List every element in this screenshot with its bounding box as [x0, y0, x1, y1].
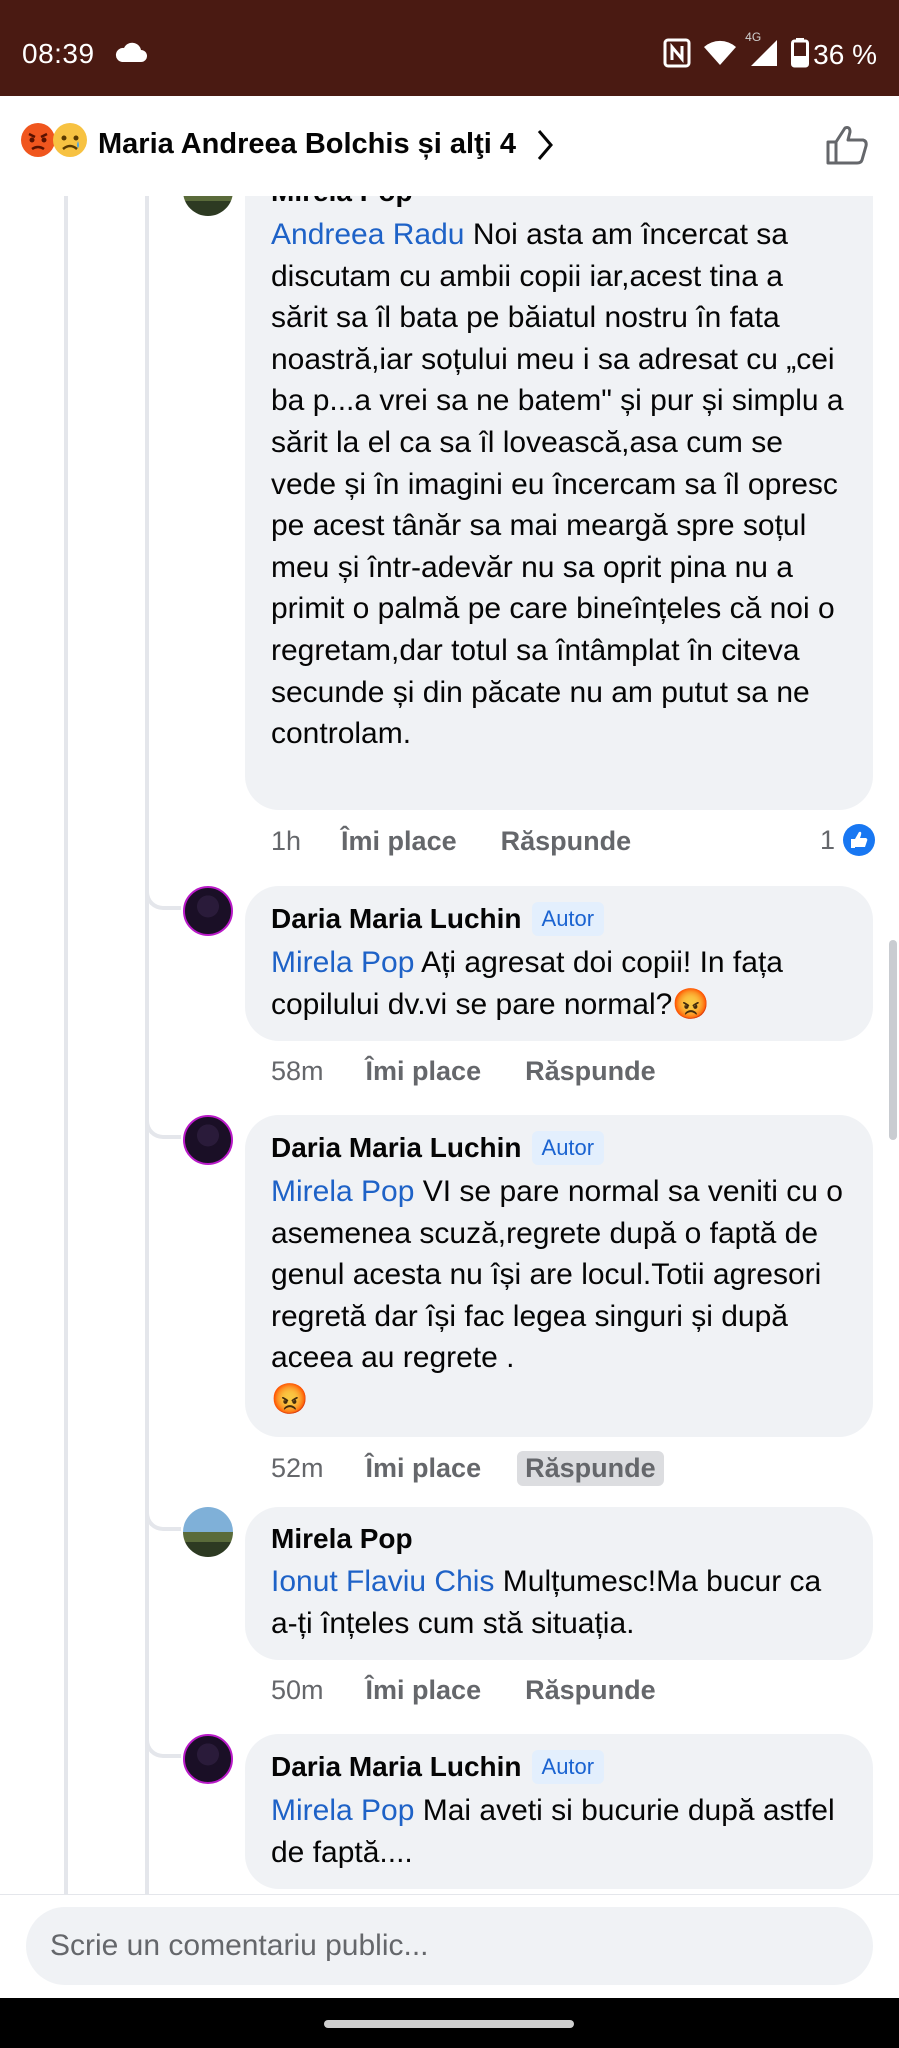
- status-bar: 08:39 4G 36 %: [0, 0, 899, 96]
- comment-actions: 50m Îmi place Răspunde: [271, 1675, 656, 1706]
- system-nav-bar: [0, 1998, 899, 2048]
- reply-action[interactable]: Răspunde: [525, 1056, 656, 1087]
- comment-time: 58m: [271, 1056, 324, 1086]
- comment-actions: 52m Îmi place Răspunde: [271, 1451, 664, 1486]
- reaction-number: 1: [819, 824, 835, 855]
- comment-author[interactable]: Daria Maria Luchin: [271, 1751, 522, 1783]
- reply-connector: [145, 1728, 181, 1758]
- like-icon[interactable]: [825, 124, 869, 171]
- comment-bubble: Daria Maria Luchin Autor Mirela Pop VI s…: [245, 1115, 873, 1437]
- comment-actions: 1h Îmi place Răspunde: [271, 826, 631, 857]
- mention-link[interactable]: Mirela Pop: [271, 1794, 414, 1827]
- like-action[interactable]: Îmi place: [366, 1675, 482, 1706]
- comment-author[interactable]: Daria Maria Luchin: [271, 1132, 522, 1164]
- author-badge: Autor: [531, 1750, 605, 1784]
- reply-connector: [145, 880, 181, 910]
- comment-text: Andreea Radu Noi asta am încercat sa dis…: [271, 214, 847, 755]
- comment-input[interactable]: Scrie un comentariu public...: [26, 1907, 873, 1985]
- comment-author[interactable]: Mirela Pop: [271, 1523, 413, 1555]
- comment-text: Ionut Flaviu Chis Mulțumesc!Ma bucur ca …: [271, 1561, 847, 1644]
- comment-text: Mirela Pop Ați agresat doi copii! In faț…: [271, 942, 847, 1025]
- avatar[interactable]: [183, 886, 233, 936]
- comment-text: Mirela Pop Mai aveti si bucurie după ast…: [271, 1790, 847, 1873]
- angry-emoji-icon: [20, 122, 56, 163]
- thread-line: [64, 196, 68, 1894]
- cloud-icon: [114, 42, 148, 69]
- battery-percent: 36 %: [813, 39, 877, 70]
- angry-emoji-icon: 😡: [271, 1382, 309, 1416]
- comment-actions: 58m Îmi place Răspunde: [271, 1056, 656, 1087]
- scrollbar[interactable]: [889, 940, 897, 1140]
- mention-link[interactable]: Ionut Flaviu Chis: [271, 1565, 494, 1598]
- signal-icon: 4G: [745, 30, 779, 73]
- status-time: 08:39: [22, 38, 95, 69]
- comment-text: Mirela Pop VI se pare normal sa veniti c…: [271, 1171, 847, 1421]
- reply-action[interactable]: Răspunde: [525, 1675, 656, 1706]
- avatar[interactable]: [183, 196, 233, 216]
- reaction-icons[interactable]: [20, 122, 87, 163]
- comment-bubble: Daria Maria Luchin Autor Mirela Pop Ați …: [245, 886, 873, 1042]
- author-badge: Autor: [531, 902, 605, 936]
- reply-thread-line: [145, 196, 149, 1894]
- reply-action[interactable]: Răspunde: [517, 1451, 664, 1486]
- network-type: 4G: [745, 29, 762, 44]
- angry-emoji-icon: 😡: [672, 987, 710, 1021]
- reply-action[interactable]: Răspunde: [501, 826, 632, 857]
- comment-composer-area: Scrie un comentariu public...: [0, 1894, 899, 1999]
- comment-author[interactable]: Mirela Pop: [271, 196, 413, 208]
- reactors-summary[interactable]: Maria Andreea Bolchis și alţi 4: [98, 128, 516, 161]
- comment-time: 1h: [271, 826, 302, 856]
- battery-icon: [791, 37, 810, 73]
- reply-connector: [145, 1501, 181, 1531]
- reply-connector: [145, 1109, 181, 1139]
- status-icons: 4G 36 %: [651, 30, 877, 73]
- comment-body: Noi asta am încercat sa discutam cu ambi…: [271, 218, 844, 751]
- comments-feed[interactable]: Mirela Pop Andreea Radu Noi asta am înce…: [0, 196, 899, 1894]
- avatar[interactable]: [183, 1507, 233, 1557]
- nfc-icon: [663, 38, 691, 73]
- author-badge: Autor: [531, 1131, 605, 1165]
- like-action[interactable]: Îmi place: [366, 1453, 482, 1484]
- comment-time: 50m: [271, 1675, 324, 1705]
- mention-link[interactable]: Mirela Pop: [271, 946, 414, 979]
- like-action[interactable]: Îmi place: [366, 1056, 482, 1087]
- reaction-count[interactable]: 1: [820, 824, 875, 856]
- wifi-icon: [703, 39, 737, 72]
- reactions-header: Maria Andreea Bolchis și alţi 4: [0, 96, 899, 196]
- home-gesture-bar[interactable]: [324, 2020, 574, 2028]
- sad-emoji-icon: [52, 122, 88, 163]
- comment-bubble: Mirela Pop Andreea Radu Noi asta am înce…: [245, 196, 873, 810]
- chevron-right-icon[interactable]: [535, 128, 555, 167]
- avatar[interactable]: [183, 1115, 233, 1165]
- like-action[interactable]: Îmi place: [341, 826, 457, 857]
- mention-link[interactable]: Mirela Pop: [271, 1175, 414, 1208]
- like-reaction-icon: [843, 824, 875, 856]
- comment-bubble: Mirela Pop Ionut Flaviu Chis Mulțumesc!M…: [245, 1507, 873, 1661]
- comment-author[interactable]: Daria Maria Luchin: [271, 903, 522, 935]
- mention-link[interactable]: Andreea Radu: [271, 218, 464, 251]
- comment-bubble: Daria Maria Luchin Autor Mirela Pop Mai …: [245, 1734, 873, 1890]
- avatar[interactable]: [183, 1734, 233, 1784]
- comment-time: 52m: [271, 1453, 324, 1483]
